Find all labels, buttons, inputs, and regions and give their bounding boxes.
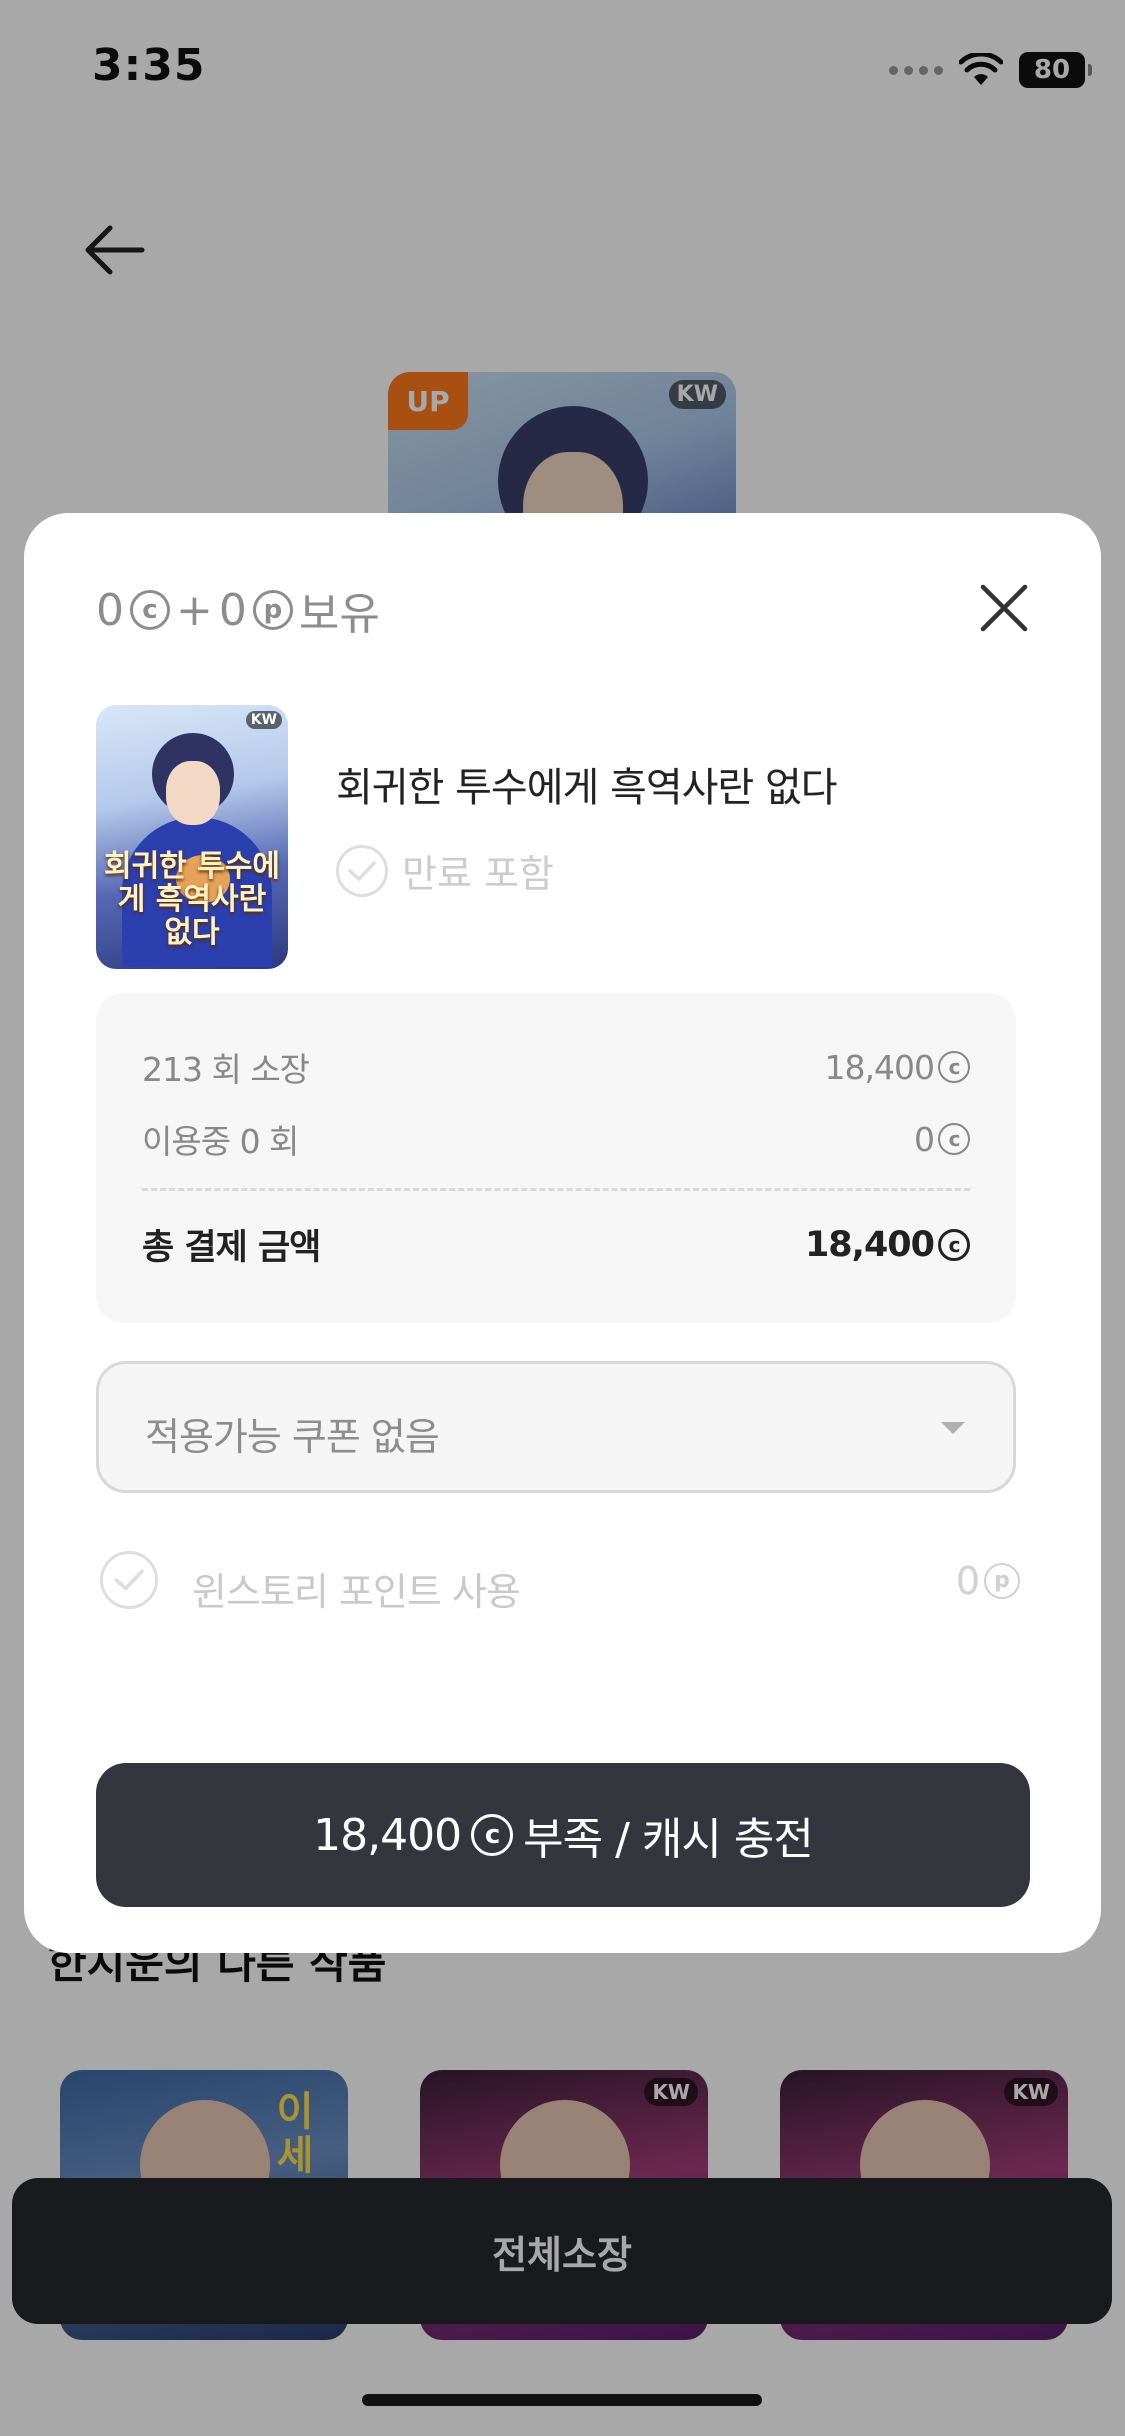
- cash-coin-icon: c: [471, 1814, 514, 1856]
- include-expired-label: 만료 포함: [402, 852, 554, 896]
- plus-sign: +: [176, 584, 213, 636]
- in-use-episodes-amount: 0 c: [914, 1120, 970, 1159]
- publisher-badge: KW: [245, 711, 282, 729]
- use-points-amount: 0 p: [956, 1559, 1020, 1603]
- total-payment-amount: 18,400 c: [805, 1225, 970, 1265]
- payment-summary: 213 회 소장 18,400 c 이용중 0 회 0 c 총 결제 금액 18…: [96, 993, 1016, 1323]
- charge-amount: 18,400: [313, 1809, 462, 1861]
- charge-label: 부족 / 캐시 충전: [523, 1814, 814, 1865]
- include-expired-checkbox[interactable]: 만료 포함: [336, 843, 554, 898]
- cash-coin-icon: c: [938, 1228, 970, 1261]
- owned-episodes-amount: 18,400 c: [825, 1048, 970, 1087]
- cash-coin-icon: c: [938, 1051, 970, 1083]
- total-payment-row: 총 결제 금액 18,400 c: [142, 1219, 970, 1270]
- cash-balance: 0: [96, 584, 124, 636]
- close-icon[interactable]: [977, 581, 1031, 635]
- use-points-label: 윈스토리 포인트 사용: [192, 1570, 521, 1614]
- home-indicator: [362, 2394, 762, 2406]
- purchase-sheet: 0 c + 0 p 보유 KW 회귀한 투수에게 흑역사란 없다 회귀한 투수에…: [24, 513, 1101, 1953]
- use-points-row: 윈스토리 포인트 사용 0 p: [100, 1543, 1020, 1614]
- thumbnail-title: 회귀한 투수에게 흑역사란 없다: [103, 849, 281, 950]
- check-circle-icon: [336, 844, 388, 897]
- owned-episodes-label: 213 회 소장: [142, 1050, 310, 1089]
- point-coin-icon: p: [984, 1563, 1020, 1599]
- coupon-dropdown[interactable]: 적용가능 쿠폰 없음: [96, 1361, 1016, 1493]
- chevron-down-icon: [941, 1422, 965, 1434]
- cash-coin-icon: c: [938, 1123, 970, 1155]
- point-coin-icon: p: [252, 590, 293, 630]
- total-payment-label: 총 결제 금액: [142, 1228, 321, 1268]
- work-thumbnail: KW 회귀한 투수에게 흑역사란 없다: [96, 705, 288, 969]
- use-points-checkbox[interactable]: [100, 1551, 158, 1609]
- balance-summary: 0 c + 0 p 보유: [96, 578, 380, 642]
- point-balance: 0: [218, 584, 247, 636]
- cash-coin-icon: c: [130, 590, 170, 630]
- in-use-episodes-row: 이용중 0 회 0 c: [142, 1115, 970, 1163]
- in-use-episodes-label: 이용중 0 회: [142, 1122, 299, 1161]
- dashed-divider: [142, 1188, 970, 1191]
- charge-cash-button[interactable]: 18,400 c 부족 / 캐시 충전: [96, 1763, 1030, 1907]
- balance-suffix: 보유: [298, 589, 380, 640]
- work-title: 회귀한 투수에게 흑역사란 없다: [336, 765, 838, 811]
- owned-episodes-row: 213 회 소장 18,400 c: [142, 1043, 970, 1091]
- coupon-selected-value: 적용가능 쿠폰 없음: [145, 1415, 440, 1459]
